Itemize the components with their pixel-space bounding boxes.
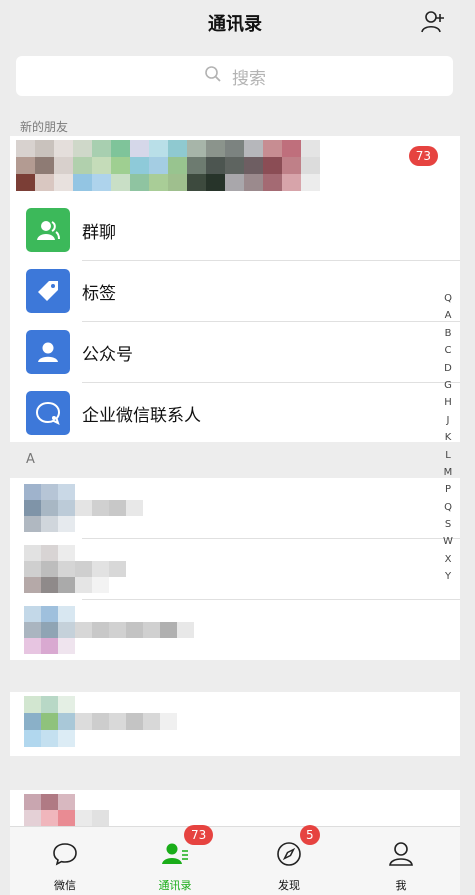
tab-discover[interactable]: 5 发现 bbox=[244, 825, 334, 895]
search-icon bbox=[204, 65, 222, 88]
new-friends-badge: 73 bbox=[408, 146, 438, 166]
index-letter[interactable]: W bbox=[440, 533, 456, 550]
index-letter[interactable]: K bbox=[440, 429, 456, 446]
tag-icon bbox=[26, 269, 70, 313]
group-chat-icon bbox=[26, 208, 70, 252]
index-letter[interactable]: S bbox=[440, 516, 456, 533]
tab-label: 微信 bbox=[54, 879, 76, 892]
discover-badge: 5 bbox=[300, 825, 320, 845]
section-header bbox=[10, 756, 460, 790]
contact-row[interactable] bbox=[10, 539, 460, 599]
menu-item-label: 标签 bbox=[82, 284, 116, 304]
tab-contacts[interactable]: 73 通讯录 bbox=[130, 825, 220, 895]
index-letter[interactable]: J bbox=[440, 412, 456, 429]
new-friends-label: 新的朋友 bbox=[20, 120, 69, 134]
new-friends-row[interactable]: 73 bbox=[10, 136, 460, 200]
menu-list: 群聊 标签 公众号 企业微信联系人 bbox=[10, 200, 460, 442]
blurred-contact bbox=[24, 794, 126, 826]
menu-item-tags[interactable]: 标签 bbox=[10, 261, 460, 321]
chat-icon bbox=[50, 839, 80, 873]
index-letter[interactable]: M bbox=[440, 464, 456, 481]
contact-list bbox=[10, 790, 460, 826]
contact-list bbox=[10, 692, 460, 756]
menu-item-label: 群聊 bbox=[82, 223, 116, 243]
index-letter[interactable]: C bbox=[440, 342, 456, 359]
discover-icon bbox=[274, 839, 304, 873]
section-header: A bbox=[10, 442, 460, 478]
index-letter[interactable]: B bbox=[440, 325, 456, 342]
contact-row[interactable] bbox=[10, 478, 460, 538]
menu-item-label: 企业微信联系人 bbox=[82, 406, 201, 426]
blurred-contact bbox=[24, 545, 143, 593]
section-header bbox=[10, 660, 460, 692]
contacts-screen: 通讯录 搜索 新的朋友 73 群聊 标签 公众号 企业微信联系人 A Q A B… bbox=[10, 0, 460, 895]
tab-chats[interactable]: 微信 bbox=[20, 827, 110, 895]
contact-row[interactable] bbox=[10, 692, 460, 752]
work-contact-icon bbox=[26, 391, 70, 435]
search-placeholder: 搜索 bbox=[232, 69, 266, 89]
menu-item-label: 公众号 bbox=[82, 345, 133, 365]
page-title: 通讯录 bbox=[208, 14, 262, 35]
index-letter[interactable]: A bbox=[440, 307, 456, 324]
menu-item-group-chat[interactable]: 群聊 bbox=[10, 200, 460, 260]
index-letter[interactable]: L bbox=[440, 447, 456, 464]
blurred-contact bbox=[24, 696, 177, 747]
index-letter[interactable]: Y bbox=[440, 568, 456, 585]
alphabet-index[interactable]: QABCDGHJKLMPQSWXY bbox=[440, 290, 456, 586]
index-letter[interactable]: G bbox=[440, 377, 456, 394]
section-letter: A bbox=[26, 452, 35, 467]
tab-label: 我 bbox=[395, 879, 407, 892]
blurred-contact bbox=[24, 606, 194, 654]
tab-label: 发现 bbox=[278, 879, 300, 892]
header: 通讯录 bbox=[10, 0, 460, 46]
index-letter[interactable]: X bbox=[440, 551, 456, 568]
contacts-icon bbox=[160, 839, 190, 873]
menu-item-work-contacts[interactable]: 企业微信联系人 bbox=[10, 383, 460, 443]
contact-row[interactable] bbox=[10, 600, 460, 660]
blurred-contact bbox=[24, 484, 143, 532]
index-letter[interactable]: H bbox=[440, 394, 456, 411]
blurred-avatars bbox=[16, 140, 320, 191]
add-contact-icon[interactable] bbox=[420, 8, 448, 36]
menu-item-official-accounts[interactable]: 公众号 bbox=[10, 322, 460, 382]
index-letter[interactable]: Q bbox=[440, 499, 456, 516]
search-input[interactable]: 搜索 bbox=[16, 56, 453, 96]
index-letter[interactable]: P bbox=[440, 481, 456, 498]
contacts-badge: 73 bbox=[184, 825, 214, 845]
tab-me[interactable]: 我 bbox=[356, 827, 446, 895]
index-letter[interactable]: D bbox=[440, 360, 456, 377]
me-icon bbox=[386, 839, 416, 873]
tab-bar: 微信 73 通讯录 5 发现 我 bbox=[10, 825, 460, 895]
index-search-icon[interactable]: Q bbox=[440, 290, 456, 307]
official-account-icon bbox=[26, 330, 70, 374]
contact-list bbox=[10, 478, 460, 660]
tab-label: 通讯录 bbox=[158, 879, 192, 892]
